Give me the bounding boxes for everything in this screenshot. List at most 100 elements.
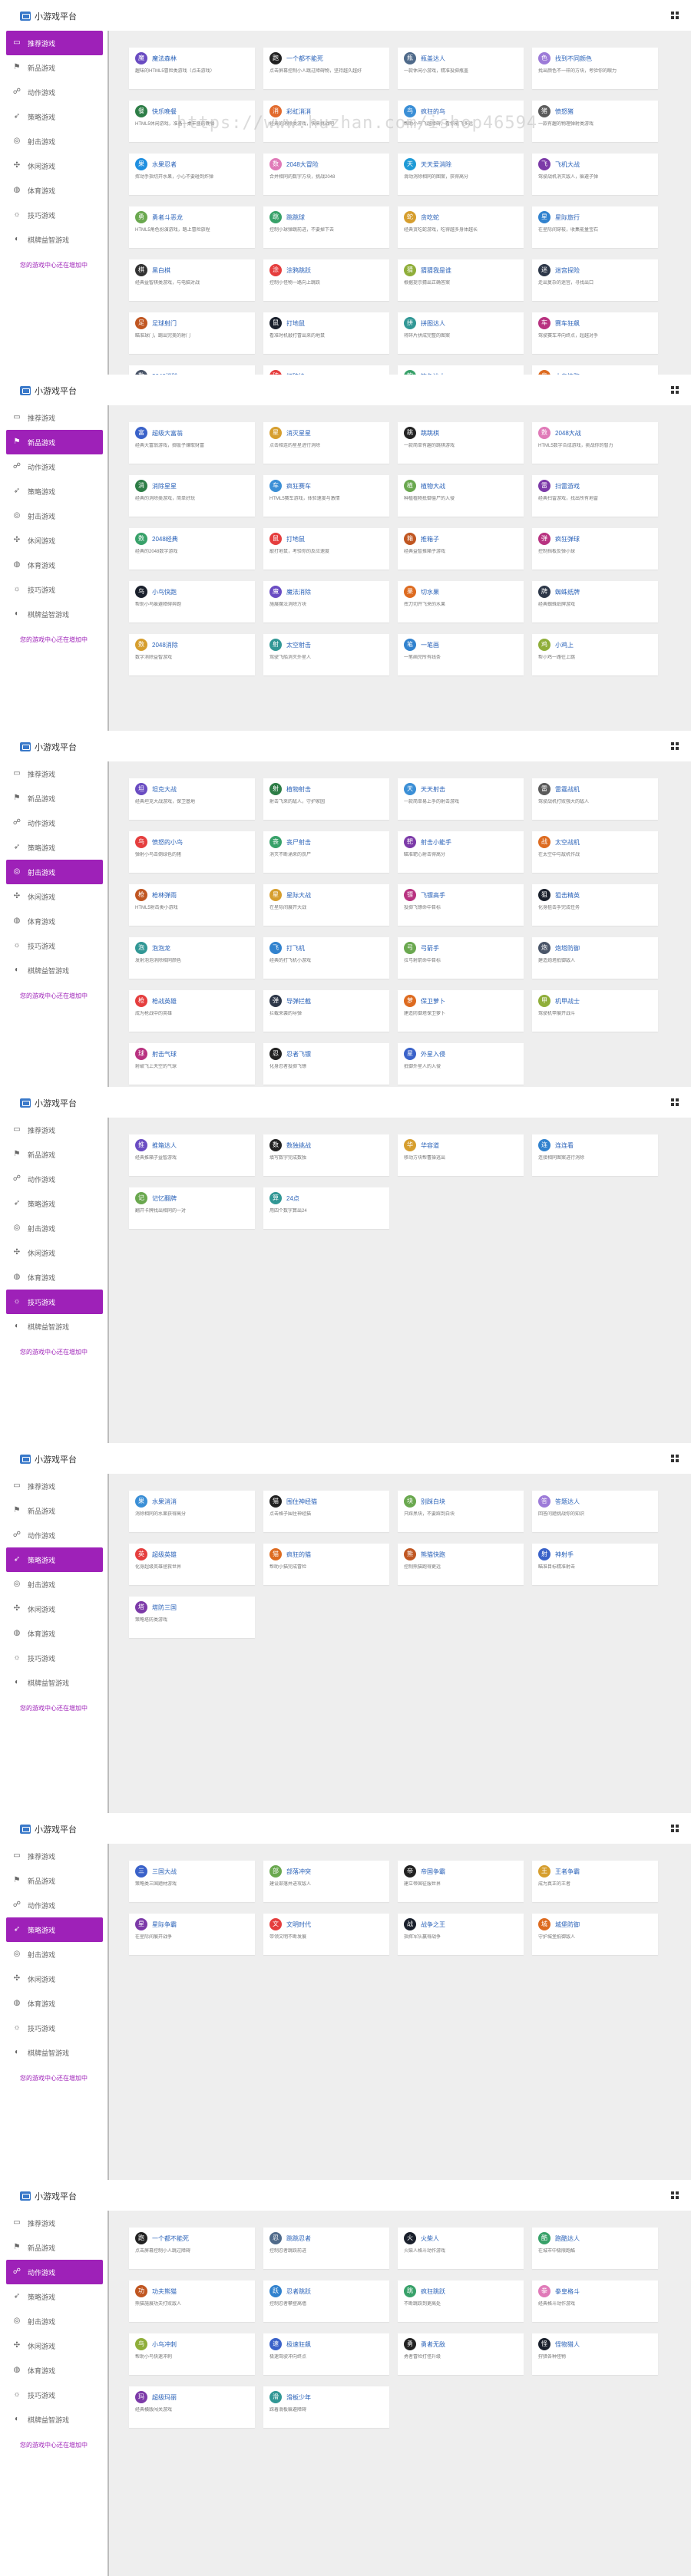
sidebar-item-puzzle[interactable]: ✣ 休闲游戏 (0, 154, 107, 178)
sidebar-item-chess[interactable]: ◐ 棋牌益智游戏 (0, 602, 107, 626)
game-card[interactable]: 钓钓鱼达人抛出鱼竿钓起更多的鱼 (398, 365, 524, 375)
game-title[interactable]: 24点 (286, 1194, 299, 1203)
game-title[interactable]: 植物射击 (286, 785, 311, 794)
game-card[interactable]: 三三国大战 策略类三国题材游戏 (129, 1861, 255, 1902)
windows-icon[interactable] (671, 1098, 679, 1106)
game-card[interactable]: 城城堡防御 守护城堡抵御敌人 (532, 1914, 658, 1955)
game-card[interactable]: 英超级英雄 化身超级英雄拯救世界 (129, 1544, 255, 1585)
game-card[interactable]: 火火柴人 火柴人格斗动作游戏 (398, 2228, 524, 2269)
sidebar-item-recommend[interactable]: ▭ 推荐游戏 (0, 761, 107, 786)
game-card[interactable]: 球射击气球 射破飞上天空的气球 (129, 1043, 255, 1085)
game-title[interactable]: 超级玛丽 (152, 2393, 177, 2402)
windows-icon[interactable] (671, 386, 679, 394)
sidebar-item-skill[interactable]: ☼ 技巧游戏 (0, 203, 107, 227)
sidebar-item-chess[interactable]: ◐ 棋牌益智游戏 (0, 1670, 107, 1695)
game-title[interactable]: 华容道 (421, 1141, 439, 1150)
sidebar-item-chess[interactable]: ◐ 棋牌益智游戏 (0, 958, 107, 983)
game-card[interactable]: 星星际争霸 在星际间展开战争 (129, 1914, 255, 1955)
game-title[interactable]: 围住神经猫 (286, 1498, 317, 1506)
game-card[interactable]: 牌蜘蛛纸牌 经典蜘蛛纸牌游戏 (532, 581, 658, 623)
game-card[interactable]: 华华容道 移动方块帮曹操逃出 (398, 1134, 524, 1176)
sidebar-item-puzzle[interactable]: ✣ 休闲游戏 (0, 884, 107, 909)
game-title[interactable]: 答题达人 (555, 1498, 580, 1506)
game-card[interactable]: 富超级大富翁 经典大富翁游戏，掷骰子赚取财富 (129, 422, 255, 464)
game-card[interactable]: 星星际旅行 在星际间穿梭，收集能量宝石 (532, 206, 658, 248)
game-title[interactable]: 愤怒猪 (555, 107, 574, 116)
game-card[interactable]: 记记忆翻牌 翻开卡牌找出相同的一对 (129, 1187, 255, 1229)
sidebar-item-sport[interactable]: ◍ 体育游戏 (0, 1991, 107, 2016)
game-title[interactable]: 太空射击 (286, 641, 311, 649)
game-card[interactable]: 泡泡泡龙 发射泡泡消除相同颜色 (129, 937, 255, 979)
game-title[interactable]: 2048经典 (152, 535, 178, 543)
game-card[interactable]: 跳跳跳球 控制小球弹跳前进，不要掉下去 (263, 206, 389, 248)
game-title[interactable]: 瓶盖达人 (421, 54, 445, 63)
sidebar-item-sport[interactable]: ◍ 体育游戏 (0, 909, 107, 933)
sidebar-item-skill[interactable]: ☼ 技巧游戏 (0, 1646, 107, 1670)
game-title[interactable]: 蜘蛛纸牌 (555, 588, 580, 596)
game-card[interactable]: 猪愤怒猪 一款有趣的物理弹射类游戏 (532, 101, 658, 142)
game-card[interactable]: 蛇贪吃蛇 经典贪吃蛇游戏，吃得越多身体越长 (398, 206, 524, 248)
game-card[interactable]: 果水果忍者 挥动手指切开水果，小心不要碰到炸弹 (129, 154, 255, 195)
sidebar-item-action[interactable]: ☍ 动作游戏 (6, 2260, 103, 2284)
game-card[interactable]: 猜猜猜我是谁 根据提示猜出正确答案 (398, 259, 524, 301)
windows-icon[interactable] (671, 2191, 679, 2199)
sidebar-item-chess[interactable]: ◐ 棋牌益智游戏 (0, 2407, 107, 2432)
sidebar-item-sport[interactable]: ◍ 体育游戏 (0, 1621, 107, 1646)
game-card[interactable]: 鼠打地鼠 看准时机敲打冒出来的地鼠 (263, 312, 389, 354)
game-title[interactable]: 雷霆战机 (555, 785, 580, 794)
game-card[interactable]: 塔塔防三国 策略塔防类游戏 (129, 1597, 255, 1638)
game-card[interactable]: 弹导弹拦截 拦截来袭的导弹 (263, 990, 389, 1032)
game-card[interactable]: 弓弓箭手 拉弓射箭命中目标 (398, 937, 524, 979)
more-games-link[interactable]: 您的游戏中心还在增加中 (20, 992, 107, 1000)
game-title[interactable]: 怪物猎人 (555, 2340, 580, 2349)
game-card[interactable]: 萝保卫萝卜 建造防御塔保卫萝卜 (398, 990, 524, 1032)
game-card[interactable]: 车疯狂赛车 HTML5赛车游戏，体验速度与激情 (263, 475, 389, 517)
game-title[interactable]: 太空战机 (555, 838, 580, 847)
game-title[interactable]: 枪林弹雨 (152, 891, 177, 900)
game-card[interactable]: 足足球射门 瞄准球门，踢出完美的射门 (129, 312, 255, 354)
game-card[interactable]: 战太空战机 在太空中与敌机作战 (532, 831, 658, 873)
game-card[interactable]: 涂涂鸦跳跃 控制小怪物一路向上跳跃 (263, 259, 389, 301)
game-title[interactable]: 部落冲突 (286, 1868, 311, 1876)
windows-icon[interactable] (671, 742, 679, 750)
game-title[interactable]: 猜猜我是谁 (421, 266, 451, 275)
game-title[interactable]: 别踩白块 (421, 1498, 445, 1506)
game-title[interactable]: 射击气球 (152, 1050, 177, 1058)
game-card[interactable]: 猫疯狂的猫 帮助小猫完成冒险 (263, 1544, 389, 1585)
game-title[interactable]: 找到不同颜色 (555, 54, 592, 63)
game-title[interactable]: 超级大富翁 (152, 429, 183, 438)
game-title[interactable]: 打地鼠 (286, 535, 305, 543)
game-card[interactable]: 战战争之王 指挥军队赢得战争 (398, 1914, 524, 1955)
game-title[interactable]: 疯狂跳跃 (421, 2287, 445, 2296)
sidebar-item-new[interactable]: ⚑ 新品游戏 (0, 1142, 107, 1167)
game-card[interactable]: 鸡小鸡上 帮小鸡一路往上跳 (532, 634, 658, 675)
windows-icon[interactable] (671, 12, 679, 19)
game-title[interactable]: 保卫萝卜 (421, 997, 445, 1006)
game-card[interactable]: 射神射手 瞄准目标精准射击 (532, 1544, 658, 1585)
game-card[interactable]: 星消灭星星 点击相连的星星进行消除 (263, 422, 389, 464)
game-card[interactable]: 炮炮塔防御 建造炮塔抵御敌人 (532, 937, 658, 979)
sidebar-item-puzzle[interactable]: ✣ 休闲游戏 (0, 1240, 107, 1265)
game-card[interactable]: 色找到不同颜色 找出颜色不一样的方块，考验你的眼力 (532, 48, 658, 89)
game-card[interactable]: 功功夫熊猫 熊猫施展功夫打败敌人 (129, 2280, 255, 2322)
game-title[interactable]: 彩虹消消 (286, 107, 311, 116)
game-card[interactable]: 跳跳跳棋 一款简单有趣的跳棋游戏 (398, 422, 524, 464)
sidebar-item-recommend[interactable]: ▭ 推荐游戏 (0, 1118, 107, 1142)
game-title[interactable]: 贪吃蛇 (421, 213, 439, 222)
sidebar-item-strategy[interactable]: ➶ 策略游戏 (0, 1191, 107, 1216)
sidebar-item-action[interactable]: ☍ 动作游戏 (0, 1893, 107, 1917)
sidebar-item-chess[interactable]: ◐ 棋牌益智游戏 (0, 227, 107, 252)
game-card[interactable]: 射太空射击 驾驶飞船消灭外星人 (263, 634, 389, 675)
game-title[interactable]: 2048大战 (555, 429, 581, 438)
game-card[interactable]: 车赛车狂飙 驾驶赛车冲向终点，超越对手 (532, 312, 658, 354)
game-title[interactable]: 魔法森林 (152, 54, 177, 63)
game-title[interactable]: 推箱子 (421, 535, 439, 543)
game-card[interactable]: 餐快乐晚餐 HTML5休闲游戏，准备一桌丰盛的晚餐 (129, 101, 255, 142)
sidebar-item-shooting[interactable]: ◎ 射击游戏 (0, 1942, 107, 1967)
more-games-link[interactable]: 您的游戏中心还在增加中 (20, 1348, 107, 1356)
game-card[interactable]: 瓶瓶盖达人 一款休闲小游戏，精准投掷瓶盖 (398, 48, 524, 89)
game-title[interactable]: 消灭星星 (286, 429, 311, 438)
sidebar-item-sport[interactable]: ◍ 体育游戏 (0, 553, 107, 577)
game-card[interactable]: 数 2048消除 数字消除益智游戏 (129, 634, 255, 675)
game-card[interactable]: 跑一个都不能死 点击屏幕控制小人跳过障碍物，坚持越久越好 (263, 48, 389, 89)
